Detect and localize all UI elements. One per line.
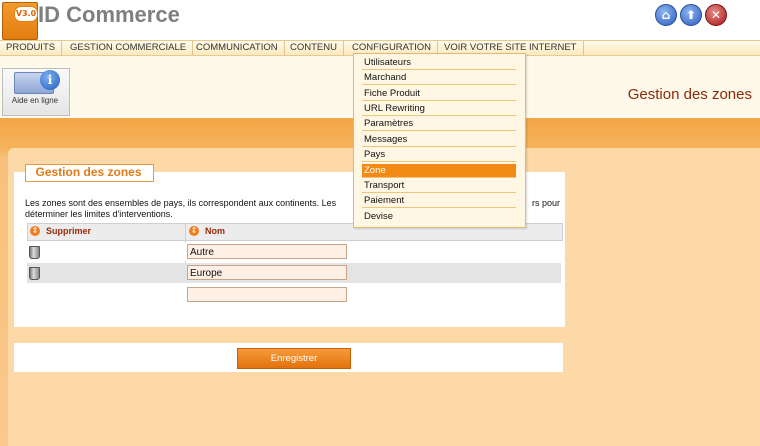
zone-name-input[interactable]: Autre	[187, 244, 347, 259]
logo-badge: V3.0	[14, 6, 38, 22]
panel-title: Gestion des zones	[35, 165, 142, 179]
sort-icon[interactable]: ⇕	[189, 226, 199, 236]
intro-line-1: Les zones sont des ensembles de pays, il…	[25, 198, 337, 208]
menu-item-produits[interactable]: PRODUITS	[0, 41, 63, 55]
dropdown-item-transport[interactable]: Transport	[362, 179, 516, 193]
app-logo-text: ID Commerce	[38, 2, 180, 27]
page-title: Gestion des zones	[627, 86, 752, 103]
dropdown-item-zone[interactable]: Zone	[362, 164, 516, 178]
intro-line-1-tail: rs pour	[532, 198, 561, 208]
new-zone-input[interactable]	[187, 287, 347, 302]
column-header-supprimer[interactable]: Supprimer	[46, 224, 91, 238]
close-icon[interactable]: ✕	[705, 4, 727, 26]
dropdown-item-url-rewriting[interactable]: URL Rewriting	[362, 102, 516, 116]
menu-item-communication[interactable]: COMMUNICATION	[190, 41, 285, 55]
save-button[interactable]: Enregistrer	[237, 348, 351, 369]
menu-item-contenu[interactable]: CONTENU	[284, 41, 344, 55]
info-icon: i	[40, 70, 60, 90]
trash-icon[interactable]	[29, 246, 40, 259]
dropdown-item-marchand[interactable]: Marchand	[362, 71, 516, 85]
zone-name-input[interactable]: Europe	[187, 265, 347, 280]
help-label: Aide en ligne	[11, 96, 59, 105]
dropdown-item-messages[interactable]: Messages	[362, 133, 516, 147]
dropdown-item-parametres[interactable]: Paramètres	[362, 117, 516, 131]
home-icon[interactable]: ⌂	[655, 4, 677, 26]
sort-icon[interactable]: ⇕	[30, 226, 40, 236]
dropdown-item-paiement[interactable]: Paiement	[362, 194, 516, 208]
dropdown-item-pays[interactable]: Pays	[362, 148, 516, 162]
menu-item-gestion-commerciale[interactable]: GESTION COMMERCIALE	[64, 41, 194, 55]
dropdown-item-devise[interactable]: Devise	[362, 210, 516, 224]
up-arrow-icon[interactable]: ⬆	[680, 4, 702, 26]
column-header-nom[interactable]: Nom	[205, 224, 225, 238]
trash-icon[interactable]	[29, 267, 40, 280]
intro-line-2: déterminer les limites d'interventions.	[25, 209, 173, 219]
dropdown-item-fiche-produit[interactable]: Fiche Produit	[362, 87, 516, 101]
dropdown-item-utilisateurs[interactable]: Utilisateurs	[362, 56, 516, 70]
